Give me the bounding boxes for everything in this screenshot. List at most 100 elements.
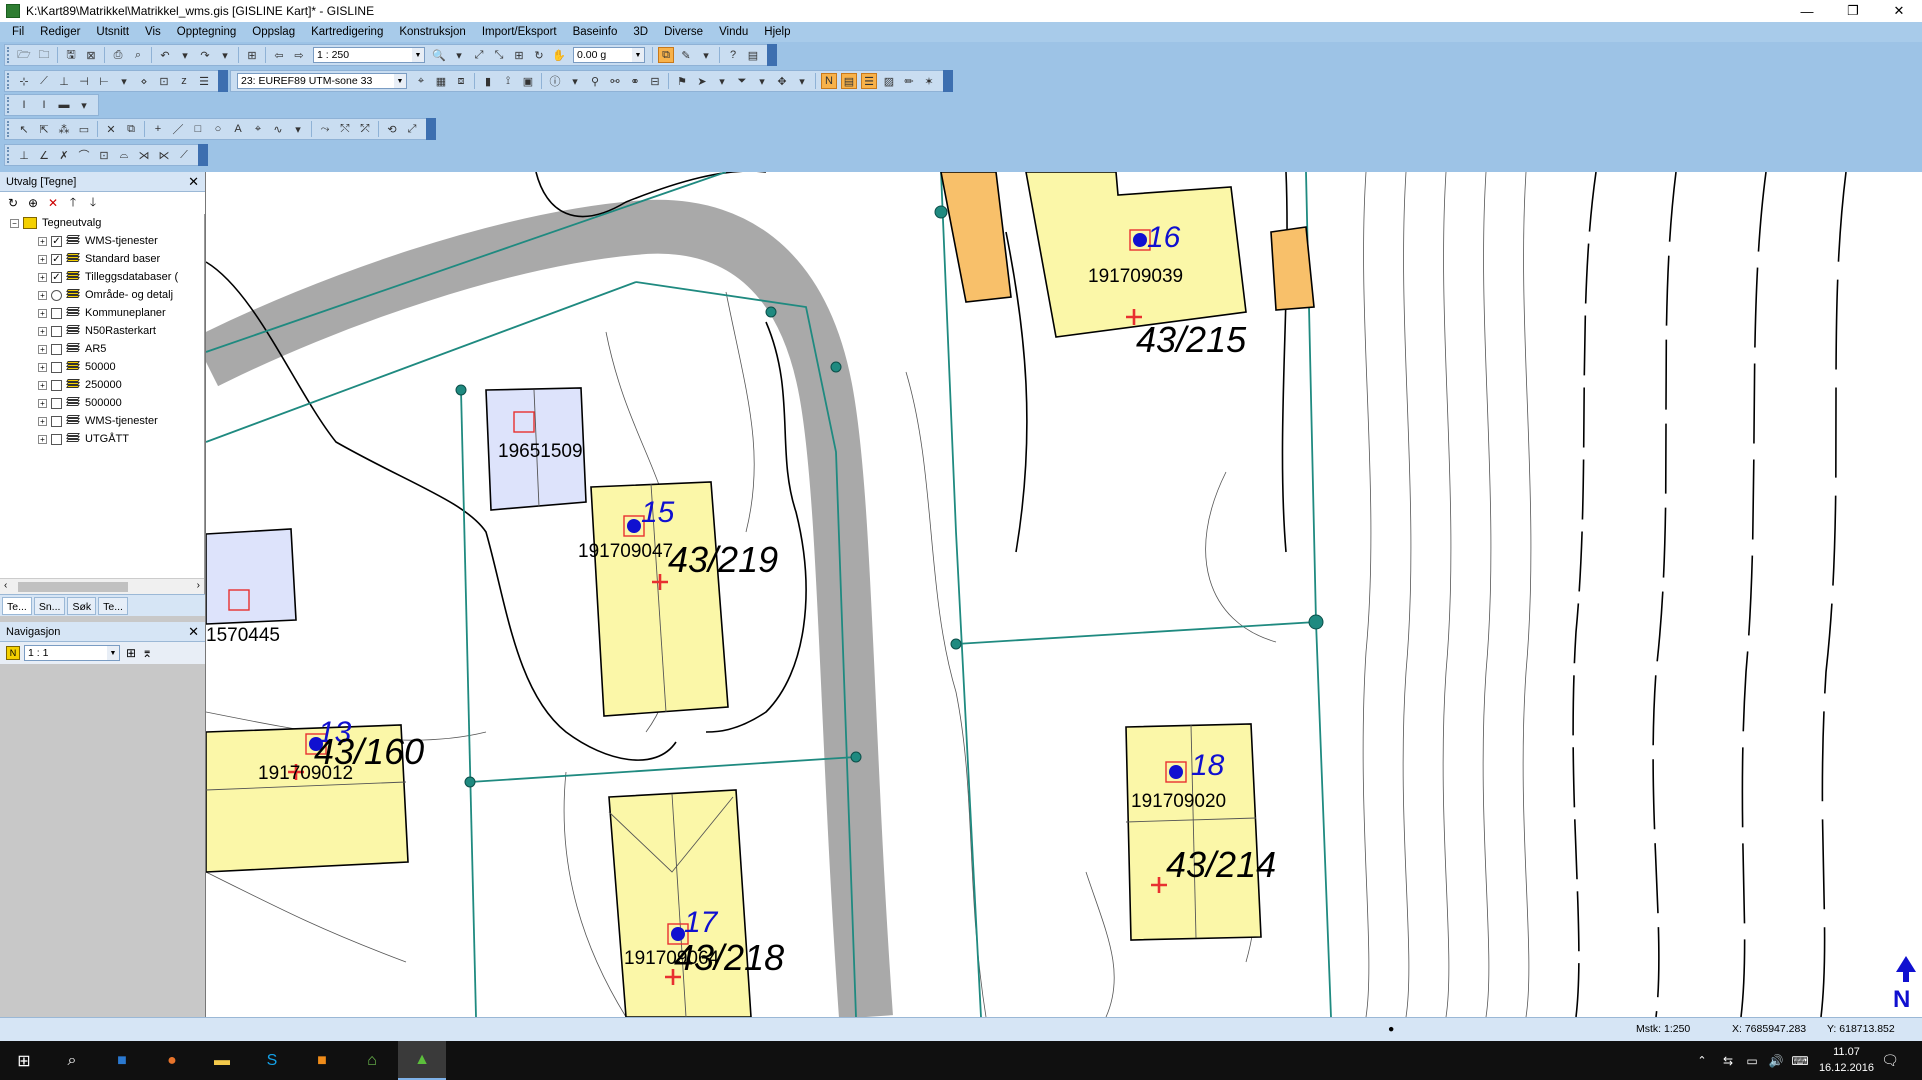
- copy-icon[interactable]: ⧉: [123, 121, 139, 137]
- snap-dropdown-icon[interactable]: ▾: [116, 73, 132, 89]
- move-up-icon[interactable]: 🡑: [66, 195, 80, 210]
- layer-row[interactable]: + Kommuneplaner: [0, 304, 204, 322]
- notifications-icon[interactable]: 🗨: [1866, 1041, 1914, 1080]
- zoom-extents-icon[interactable]: ⤢: [471, 47, 487, 63]
- projection-combo[interactable]: 23: EUREF89 UTM-sone 33 ▼: [237, 73, 407, 89]
- layer-checkbox[interactable]: [51, 289, 62, 301]
- select-arrow-icon[interactable]: ➤: [694, 73, 710, 89]
- snap-end-icon[interactable]: ⊣: [76, 73, 92, 89]
- menu-import-eksport[interactable]: Import/Eksport: [474, 22, 565, 42]
- edit-dropdown-icon[interactable]: ▾: [698, 47, 714, 63]
- construct-arc-icon[interactable]: ⌒: [76, 147, 92, 163]
- layer-row[interactable]: + ✓ Standard baser: [0, 250, 204, 268]
- line-width-icon[interactable]: ▬: [56, 97, 72, 113]
- print-icon[interactable]: ⎙: [110, 47, 126, 63]
- layer-checkbox[interactable]: ✓: [51, 271, 62, 283]
- construct-break-icon[interactable]: ⋊: [136, 147, 152, 163]
- list-toggle-icon[interactable]: ☰: [861, 73, 877, 89]
- menu-diverse[interactable]: Diverse: [656, 22, 711, 42]
- menu-oppslag[interactable]: Oppslag: [244, 22, 303, 42]
- tab-snapping[interactable]: Sn...: [33, 596, 66, 615]
- snap-node-icon[interactable]: ⋄: [136, 73, 152, 89]
- draw-symbol-icon[interactable]: ⌖: [250, 121, 266, 137]
- toolbar-grip[interactable]: [7, 97, 11, 113]
- file-explorer-icon[interactable]: ▬: [198, 1041, 246, 1080]
- refresh-icon[interactable]: ↻: [531, 47, 547, 63]
- construct-cross-icon[interactable]: ✗: [56, 147, 72, 163]
- menu-hjelp[interactable]: Hjelp: [756, 22, 798, 42]
- grid-icon[interactable]: ⊞: [511, 47, 527, 63]
- scroll-right-icon[interactable]: ›: [197, 580, 200, 591]
- firefox-icon[interactable]: ●: [148, 1041, 196, 1080]
- toolbar-grip[interactable]: [7, 147, 11, 163]
- outlook-icon[interactable]: ■: [98, 1041, 146, 1080]
- menu-utsnitt[interactable]: Utsnitt: [88, 22, 137, 42]
- snap-z-icon[interactable]: z: [176, 73, 192, 89]
- edit-icon[interactable]: ✎: [678, 47, 694, 63]
- rotate-icon[interactable]: ⟲: [384, 121, 400, 137]
- volume-icon[interactable]: 🔊: [1764, 1041, 1788, 1080]
- menu-konstruksjon[interactable]: Konstruksjon: [391, 22, 473, 42]
- layer-row[interactable]: + WMS-tjenester: [0, 412, 204, 430]
- layers-icon[interactable]: ⧈: [453, 73, 469, 89]
- delete-icon[interactable]: ✕: [103, 121, 119, 137]
- layer-row[interactable]: + Område- og detalj: [0, 286, 204, 304]
- layer-row[interactable]: +50000: [0, 358, 204, 376]
- forward-icon[interactable]: ⇨: [291, 47, 307, 63]
- tab-tekst[interactable]: Te...: [98, 596, 128, 615]
- layer-checkbox[interactable]: [51, 361, 62, 373]
- menu-opptegning[interactable]: Opptegning: [169, 22, 244, 42]
- layer-row[interactable]: + N50Rasterkart: [0, 322, 204, 340]
- zoom-icon[interactable]: 🔍: [431, 47, 447, 63]
- table-toggle-icon[interactable]: ▤: [841, 73, 857, 89]
- toolbar-end[interactable]: [198, 144, 208, 166]
- layer-row[interactable]: + ✓ Tilleggsdatabaser (: [0, 268, 204, 286]
- chevron-down-icon[interactable]: ▼: [394, 74, 406, 88]
- nav-scale-combo[interactable]: 1 : 1 ▼: [24, 645, 120, 661]
- minimize-button[interactable]: —: [1784, 0, 1830, 22]
- skype-icon[interactable]: S: [248, 1041, 296, 1080]
- north-toggle-icon[interactable]: N: [821, 73, 837, 89]
- add-point-icon[interactable]: +: [150, 121, 166, 137]
- open-recent-icon[interactable]: 🗀: [36, 47, 52, 63]
- expand-icon[interactable]: +: [38, 380, 47, 390]
- open-folder-icon[interactable]: 🗁: [16, 47, 32, 63]
- network-icon[interactable]: ⇆: [1716, 1041, 1740, 1080]
- expand-icon[interactable]: +: [38, 326, 47, 336]
- house-app-icon[interactable]: ⌂: [348, 1041, 396, 1080]
- collapse-icon[interactable]: −: [10, 218, 19, 228]
- toolbar-end[interactable]: [218, 70, 228, 92]
- redo-icon[interactable]: ↷: [197, 47, 213, 63]
- nodes-dropdown-icon[interactable]: ▾: [794, 73, 810, 89]
- snap-perp-icon[interactable]: ⊥: [56, 73, 72, 89]
- undo-icon[interactable]: ↶: [157, 47, 173, 63]
- nodes-icon[interactable]: ✥: [774, 73, 790, 89]
- layer-checkbox[interactable]: ✓: [51, 235, 62, 247]
- draw-line-icon[interactable]: ／: [170, 121, 186, 137]
- north-icon[interactable]: N: [6, 646, 20, 660]
- layer-checkbox[interactable]: [51, 307, 62, 319]
- move-node-icon[interactable]: ⤲: [337, 121, 353, 137]
- scale-combo[interactable]: 1 : 250 ▼: [313, 47, 425, 63]
- zoom-dropdown-icon[interactable]: ▾: [451, 47, 467, 63]
- construct-fillet-icon[interactable]: ⌓: [116, 147, 132, 163]
- toolbar-end[interactable]: [767, 44, 777, 66]
- info-dropdown-icon[interactable]: ▾: [567, 73, 583, 89]
- layer-checkbox[interactable]: [51, 325, 62, 337]
- windows-start-icon[interactable]: ⊞: [0, 1041, 48, 1080]
- construct-measure-icon[interactable]: ⟋: [176, 147, 192, 163]
- close-icon[interactable]: ✕: [188, 624, 199, 640]
- snap-menu-icon[interactable]: ☰: [196, 73, 212, 89]
- filter-dropdown-icon[interactable]: ▾: [754, 73, 770, 89]
- tab-tegne[interactable]: Te...: [2, 596, 32, 615]
- tree-horizontal-scrollbar[interactable]: ‹ ›: [0, 578, 204, 594]
- profile-icon[interactable]: ▣: [520, 73, 536, 89]
- image-icon[interactable]: ▨: [881, 73, 897, 89]
- menu-fil[interactable]: Fil: [4, 22, 32, 42]
- chevron-down-icon[interactable]: ▼: [107, 646, 119, 660]
- select-rect-icon[interactable]: ▭: [76, 121, 92, 137]
- display-icon[interactable]: ▭: [1740, 1041, 1764, 1080]
- pan-hand-icon[interactable]: ✋: [551, 47, 567, 63]
- map-canvas[interactable]: 191709039 16 19651509 191709047 15 15704…: [205, 172, 1922, 1017]
- expand-icon[interactable]: +: [38, 236, 47, 246]
